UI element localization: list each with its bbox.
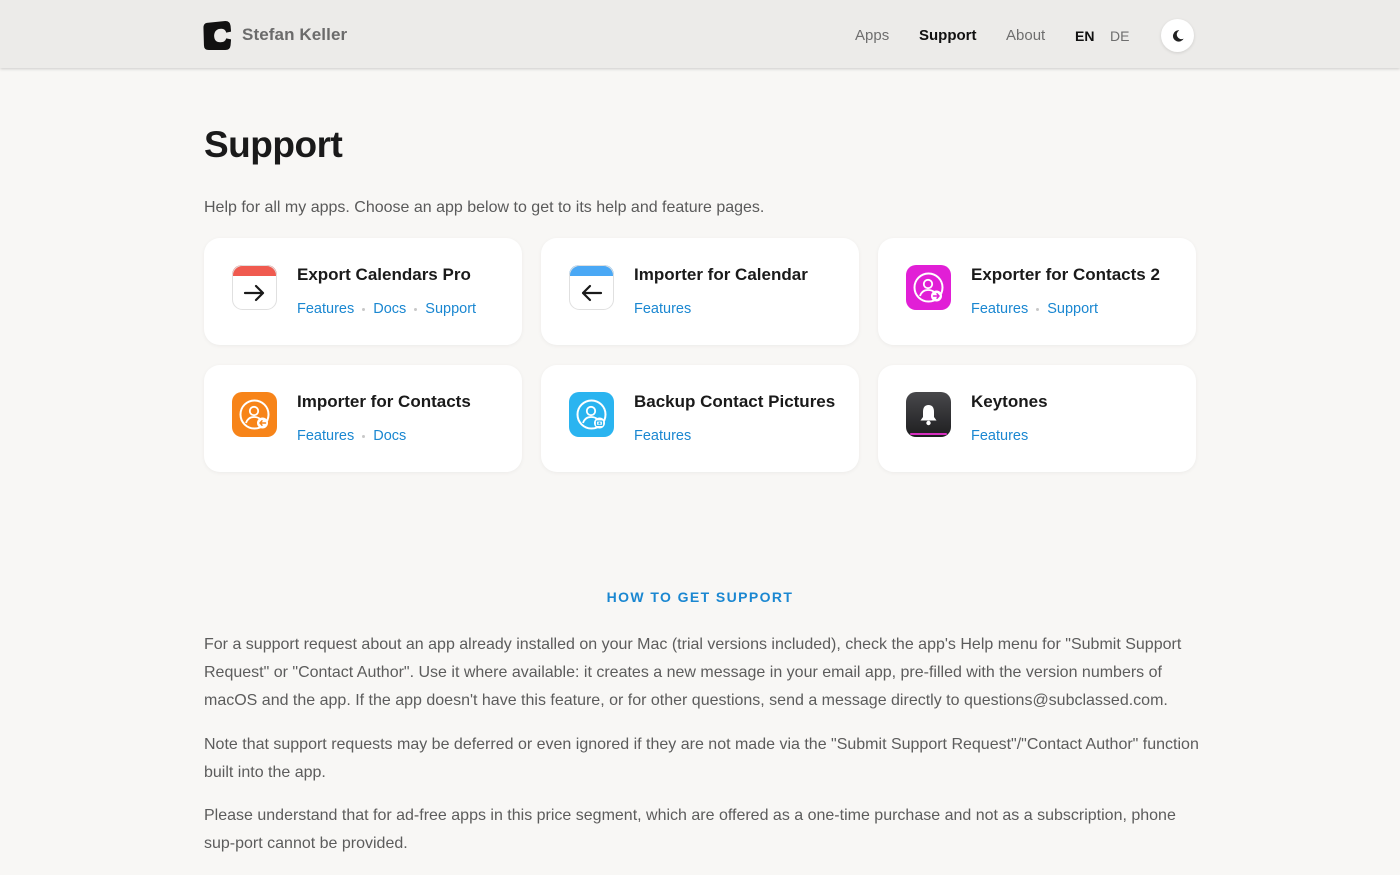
moon-icon xyxy=(1172,29,1184,42)
link-separator xyxy=(362,434,366,438)
app-links: Features Docs Support xyxy=(297,300,476,318)
app-links: Features xyxy=(634,427,691,445)
app-links: Features Docs xyxy=(297,427,406,445)
link-separator xyxy=(414,307,418,311)
features-link[interactable]: Features xyxy=(634,300,691,318)
link-separator xyxy=(1036,307,1040,311)
nav-about-link[interactable]: About xyxy=(1006,27,1045,45)
nav-apps-link[interactable]: Apps xyxy=(855,27,889,45)
app-name: Importer for Calendar xyxy=(634,265,808,284)
app-card: Export Calendars Pro Features Docs Suppo… xyxy=(204,238,522,345)
lang-en-link[interactable]: EN xyxy=(1075,27,1094,45)
app-card: Exporter for Contacts 2 Features Support xyxy=(878,238,1196,345)
app-card: Backup Contact Pictures Features xyxy=(541,365,859,472)
app-links: Features xyxy=(634,300,691,318)
app-name: Export Calendars Pro xyxy=(297,265,471,284)
support-link[interactable]: Support xyxy=(1047,300,1098,318)
lang-de-link[interactable]: DE xyxy=(1110,27,1129,45)
app-name: Exporter for Contacts 2 xyxy=(971,265,1160,284)
site-header: Stefan Keller Apps Support About EN DE xyxy=(0,0,1400,68)
app-card-grid: Export Calendars Pro Features Docs Suppo… xyxy=(204,238,1196,472)
app-links: Features Support xyxy=(971,300,1098,318)
support-paragraph: Please understand that for ad-free apps … xyxy=(204,807,1176,852)
support-section-heading: HOW TO GET SUPPORT xyxy=(606,589,794,605)
support-paragraph: For a support request about an app alrea… xyxy=(204,636,1182,709)
features-link[interactable]: Features xyxy=(297,427,354,445)
app-links: Features xyxy=(971,427,1028,445)
calendar-export-icon[interactable] xyxy=(232,265,277,310)
features-link[interactable]: Features xyxy=(971,300,1028,318)
docs-link[interactable]: Docs xyxy=(373,300,406,318)
contacts-export-icon[interactable] xyxy=(906,265,951,310)
page-intro: Help for all my apps. Choose an app belo… xyxy=(204,199,765,216)
support-link[interactable]: Support xyxy=(425,300,476,318)
calendar-import-icon[interactable] xyxy=(569,265,614,310)
features-link[interactable]: Features xyxy=(634,427,691,445)
app-card: Importer for Calendar Features xyxy=(541,238,859,345)
nav-support-link[interactable]: Support xyxy=(919,27,977,45)
contact-pictures-icon[interactable] xyxy=(569,392,614,437)
docs-link[interactable]: Docs xyxy=(373,427,406,445)
contacts-import-icon[interactable] xyxy=(232,392,277,437)
link-separator xyxy=(362,307,366,311)
bell-icon[interactable] xyxy=(906,392,951,437)
support-paragraph: Note that support requests may be deferr… xyxy=(204,736,1199,781)
app-card: Importer for Contacts Features Docs xyxy=(204,365,522,472)
app-name: Keytones xyxy=(971,392,1048,411)
theme-toggle-button[interactable] xyxy=(1161,19,1194,52)
page-title: Support xyxy=(204,124,343,165)
app-name: Importer for Contacts xyxy=(297,392,471,411)
features-link[interactable]: Features xyxy=(971,427,1028,445)
app-name: Backup Contact Pictures xyxy=(634,392,836,411)
features-link[interactable]: Features xyxy=(297,300,354,318)
app-card: Keytones Features xyxy=(878,365,1196,472)
